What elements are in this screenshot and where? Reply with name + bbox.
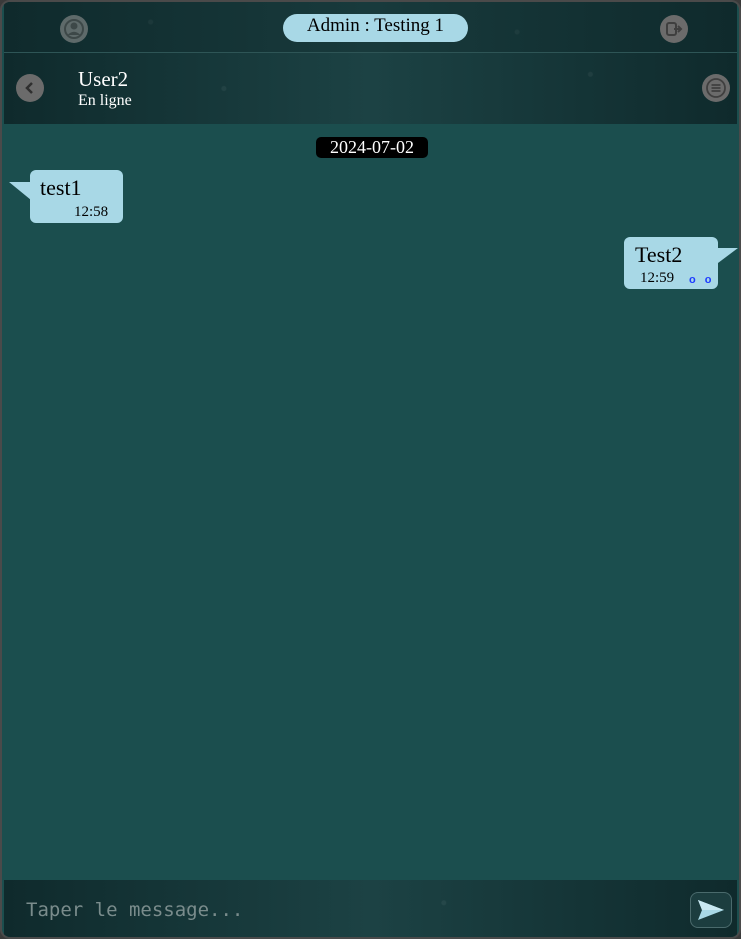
message-composer: [4, 880, 737, 937]
admin-session-label: Admin : Testing 1: [283, 14, 468, 42]
message-input[interactable]: [20, 896, 672, 924]
message-bubble-outgoing[interactable]: Test2 12:59 o o: [624, 237, 718, 289]
contact-header: User2 En ligne: [4, 53, 737, 124]
contact-name: User2: [78, 67, 129, 91]
chevron-left-icon[interactable]: [16, 74, 44, 102]
top-bar: Admin : Testing 1: [4, 2, 737, 53]
message-time: 12:59: [640, 270, 675, 286]
send-button[interactable]: [690, 892, 732, 928]
date-separator: 2024-07-02: [316, 137, 428, 158]
message-bubble-incoming[interactable]: test1 12:58: [30, 170, 123, 223]
message-text: test1: [40, 175, 82, 200]
message-time: 12:58: [74, 204, 109, 220]
contact-status: En ligne: [78, 92, 132, 109]
chat-window: Admin : Testing 1 User2 En ligne 2024-07…: [0, 0, 741, 939]
logout-icon[interactable]: [660, 15, 688, 43]
user-circle-icon[interactable]: [60, 15, 88, 43]
send-arrow-icon: [698, 900, 724, 920]
read-receipt-icon: o o: [689, 274, 715, 286]
message-text: Test2: [635, 242, 683, 267]
menu-lines-icon[interactable]: [702, 74, 730, 102]
